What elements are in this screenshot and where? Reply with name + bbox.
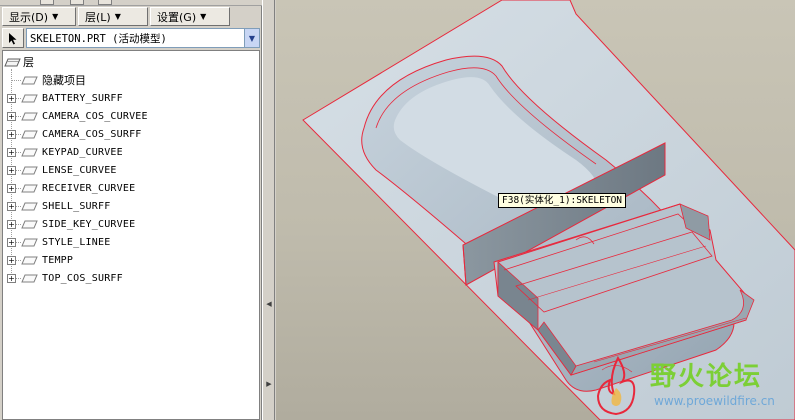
plus-expander-icon[interactable]: + [7, 255, 16, 265]
watermark-title: 野火论坛 [650, 362, 763, 392]
tree-item-label: RECEIVER_CURVEE [42, 182, 136, 194]
tree-item-label: TOP_COS_SURFF [42, 272, 123, 284]
tree-item-label: KEYPAD_CURVEE [42, 146, 123, 158]
tree-item-layer[interactable]: + KEYPAD_CURVEE [7, 143, 123, 161]
display-menu-label: 显示(D) [9, 10, 49, 24]
display-menu-button[interactable]: 显示(D) ▼ [2, 7, 76, 26]
tree-item-label: BATTERY_SURFF [42, 92, 123, 104]
panel-tab-strip [0, 0, 262, 6]
layer-menu-button[interactable]: 层(L) ▼ [78, 7, 148, 26]
tree-item-label: TEMPP [42, 254, 74, 266]
layer-icon [21, 238, 38, 246]
plus-expander-icon[interactable]: + [7, 183, 16, 193]
plus-expander-icon[interactable]: + [7, 201, 16, 211]
tree-item-label: SIDE_KEY_CURVEE [42, 218, 136, 230]
layer-icon [21, 94, 38, 102]
layer-icon [21, 220, 38, 228]
settings-menu-label: 设置(G) [157, 10, 197, 24]
active-model-select[interactable]: SKELETON.PRT (活动模型) ▼ [26, 28, 260, 48]
layer-icon [21, 184, 38, 192]
chevron-down-icon: ▼ [114, 12, 121, 21]
chevron-down-icon: ▼ [52, 12, 59, 21]
layer-menu-label: 层(L) [85, 10, 111, 24]
flame-logo-icon [596, 355, 636, 416]
plus-expander-icon[interactable]: + [7, 219, 16, 229]
layer-icon [21, 256, 38, 264]
tree-item-layer[interactable]: + TOP_COS_SURFF [7, 269, 123, 287]
layer-icon [21, 148, 38, 156]
tree-item-layer[interactable]: + RECEIVER_CURVEE [7, 179, 135, 197]
tree-item-label: 隐藏项目 [42, 74, 86, 87]
layer-menu-bar: 显示(D) ▼ 层(L) ▼ 设置(G) ▼ [2, 7, 230, 26]
plus-expander-icon[interactable]: + [7, 147, 16, 157]
tree-item-layer[interactable]: + STYLE_LINEE [7, 233, 110, 251]
tree-item-layer[interactable]: + BATTERY_SURFF [7, 89, 123, 107]
tree-item-label: SHELL_SURFF [42, 200, 111, 212]
arrow-pointer-icon [9, 32, 17, 44]
plus-expander-icon[interactable]: + [7, 93, 16, 103]
collapse-left-icon[interactable]: ◀ [266, 300, 272, 308]
tree-item-label: CAMERA_COS_SURFF [42, 128, 142, 140]
tab-stub[interactable] [40, 0, 54, 5]
graphics-viewport[interactable]: F38(实体化_1):SKELETON 野火论坛 www.proewildfir… [276, 0, 795, 420]
plus-expander-icon[interactable]: + [7, 129, 16, 139]
panel-splitter[interactable]: ◀ ▶ [262, 0, 275, 420]
plus-expander-icon[interactable]: + [7, 111, 16, 121]
tree-item-hidden[interactable]: 隐藏项目 [12, 71, 86, 89]
select-pointer-button[interactable] [2, 28, 24, 48]
layer-icon [21, 202, 38, 210]
layer-icon [21, 76, 38, 84]
layer-icon [21, 112, 38, 120]
plus-expander-icon[interactable]: + [7, 273, 16, 283]
plus-expander-icon[interactable]: + [7, 237, 16, 247]
forum-watermark: 野火论坛 www.proewildfire.cn [588, 352, 795, 420]
model-selector-row: SKELETON.PRT (活动模型) ▼ [2, 28, 260, 48]
tab-stub[interactable] [70, 0, 84, 5]
chevron-down-icon: ▼ [200, 12, 207, 21]
tree-item-layer[interactable]: + CAMERA_COS_SURFF [7, 125, 142, 143]
tree-item-layer[interactable]: + CAMERA_COS_CURVEE [7, 107, 148, 125]
layer-icon [21, 274, 38, 282]
layer-icon [4, 58, 21, 66]
tree-item-label: CAMERA_COS_CURVEE [42, 110, 148, 122]
tree-item-layer[interactable]: + SIDE_KEY_CURVEE [7, 215, 135, 233]
expand-right-icon[interactable]: ▶ [266, 380, 272, 388]
tree-item-layer[interactable]: + LENSE_CURVEE [7, 161, 117, 179]
layer-panel: 显示(D) ▼ 层(L) ▼ 设置(G) ▼ SKELETON.PRT (活动模… [0, 0, 262, 420]
settings-menu-button[interactable]: 设置(G) ▼ [150, 7, 230, 26]
tree-item-label: STYLE_LINEE [42, 236, 111, 248]
feature-tooltip: F38(实体化_1):SKELETON [498, 193, 627, 208]
layer-icon [21, 166, 38, 174]
tree-item-label: LENSE_CURVEE [42, 164, 117, 176]
tab-stub[interactable] [98, 0, 112, 5]
tree-connector [12, 79, 21, 81]
layer-icon [21, 130, 38, 138]
chevron-down-icon[interactable]: ▼ [244, 29, 259, 47]
tree-root[interactable]: 层 [3, 53, 34, 71]
active-model-value: SKELETON.PRT (活动模型) [30, 32, 167, 45]
watermark-url: www.proewildfire.cn [654, 394, 775, 408]
tree-root-label: 层 [23, 56, 34, 69]
tree-item-layer[interactable]: + TEMPP [7, 251, 73, 269]
tree-item-layer[interactable]: + SHELL_SURFF [7, 197, 110, 215]
layer-tree: 层 隐藏项目 + BATTERY_SURFF + CAMERA_COS_CURVEE +… [2, 50, 260, 420]
plus-expander-icon[interactable]: + [7, 165, 16, 175]
